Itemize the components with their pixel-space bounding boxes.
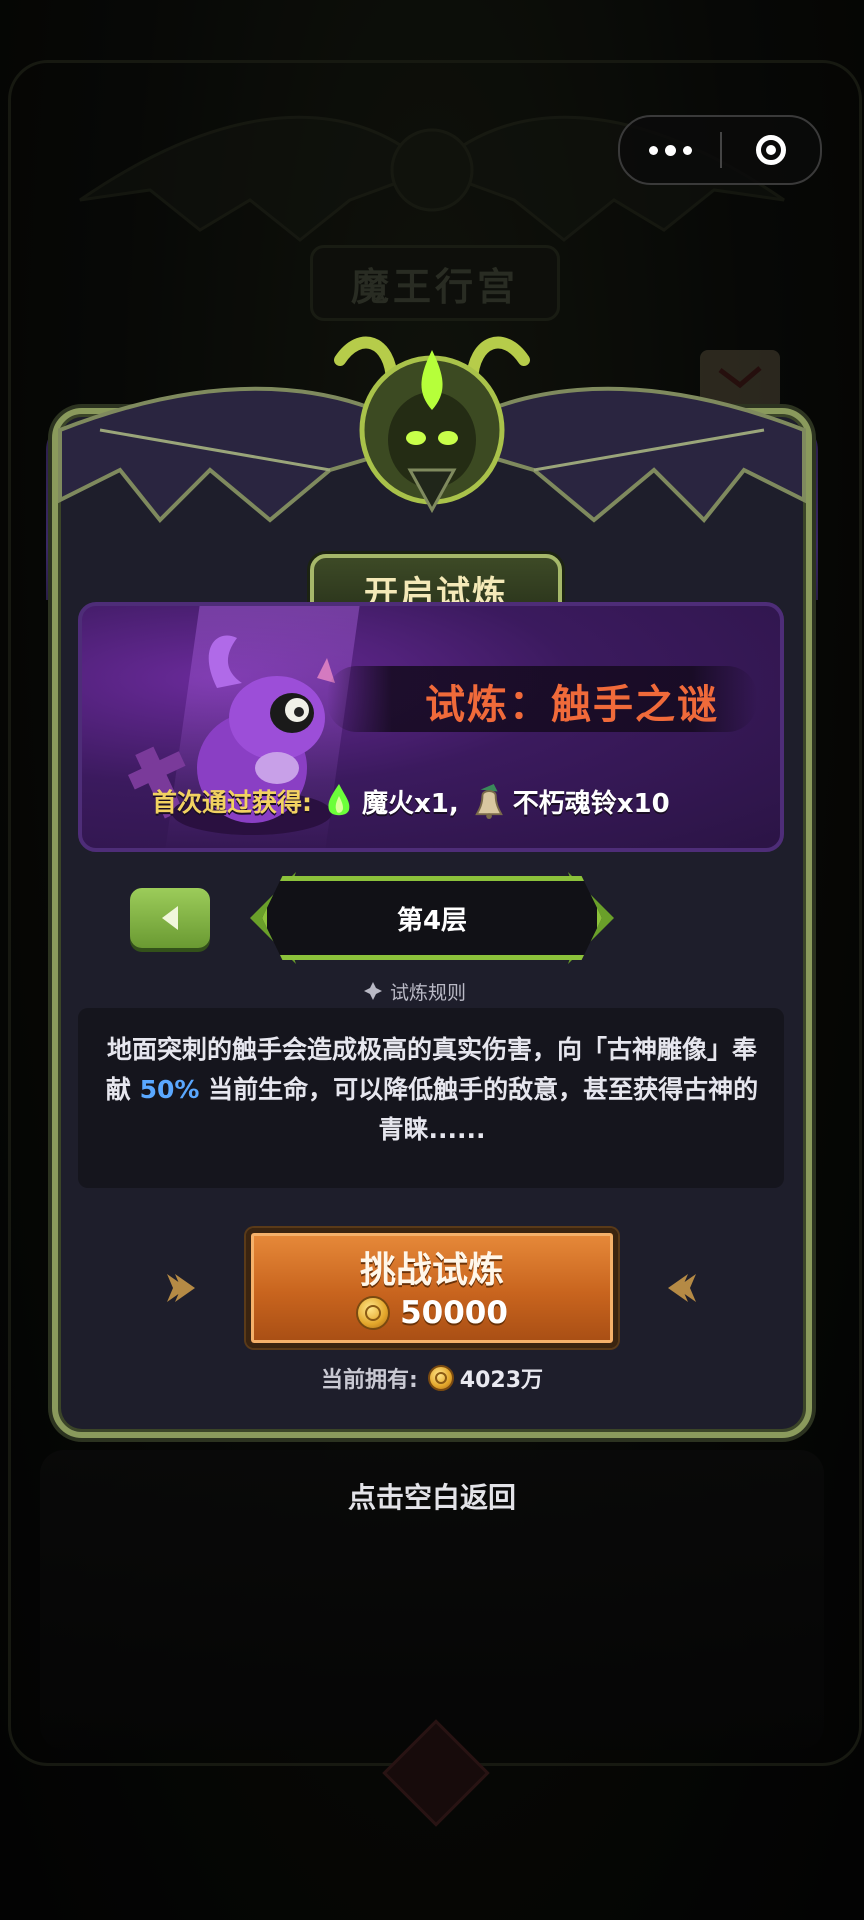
rules-highlight: 50% bbox=[139, 1075, 200, 1104]
mini-program-capsule bbox=[618, 115, 822, 185]
reward-item-demon-fire[interactable]: 魔火x1, bbox=[322, 781, 459, 821]
reward-label: 首次通过获得: bbox=[152, 788, 312, 817]
arrow-right-icon bbox=[167, 1274, 195, 1302]
challenge-trial-button[interactable]: 挑战试炼 50000 bbox=[246, 1228, 618, 1348]
reward-item-soul-bell[interactable]: 不朽魂铃x10 bbox=[473, 781, 670, 821]
previous-floor-button[interactable] bbox=[130, 888, 210, 948]
diamond-icon bbox=[364, 982, 382, 1000]
reward-text: 不朽魂铃x10 bbox=[512, 788, 670, 819]
rules-title: 试炼规则 bbox=[364, 976, 466, 1006]
gold-coin-icon bbox=[427, 1365, 454, 1391]
rules-text: 地面突刺的触手会造成极高的真实伤害，向「古神雕像」奉献 50% 当前生命，可以降… bbox=[105, 1035, 759, 1144]
owned-amount: 4023万 bbox=[459, 1368, 544, 1393]
arrow-left-icon bbox=[162, 906, 178, 930]
target-close-icon[interactable] bbox=[722, 117, 820, 183]
more-dots-icon[interactable] bbox=[620, 117, 720, 183]
currency-owned: 当前拥有: 4023万 bbox=[0, 1362, 864, 1394]
challenge-cost: 50000 bbox=[251, 1295, 613, 1331]
trial-name: 试炼：触手之谜 bbox=[425, 682, 719, 728]
gold-coin-icon bbox=[356, 1296, 391, 1330]
first-clear-rewards: 首次通过获得: 魔火x1, 不朽魂铃x10 bbox=[152, 776, 684, 826]
challenge-label: 挑战试炼 bbox=[359, 1250, 504, 1291]
tap-blank-to-return[interactable]: 点击空白返回 bbox=[0, 1476, 864, 1516]
reward-text: 魔火x1, bbox=[362, 788, 459, 819]
floor-label: 第4层 bbox=[262, 876, 602, 960]
soul-bell-icon bbox=[473, 781, 507, 821]
trial-banner: 试炼：触手之谜 首次通过获得: 魔火x1, 不朽魂铃x10 bbox=[78, 602, 784, 852]
green-flame-icon bbox=[322, 781, 356, 821]
arrow-left-icon bbox=[668, 1274, 696, 1302]
